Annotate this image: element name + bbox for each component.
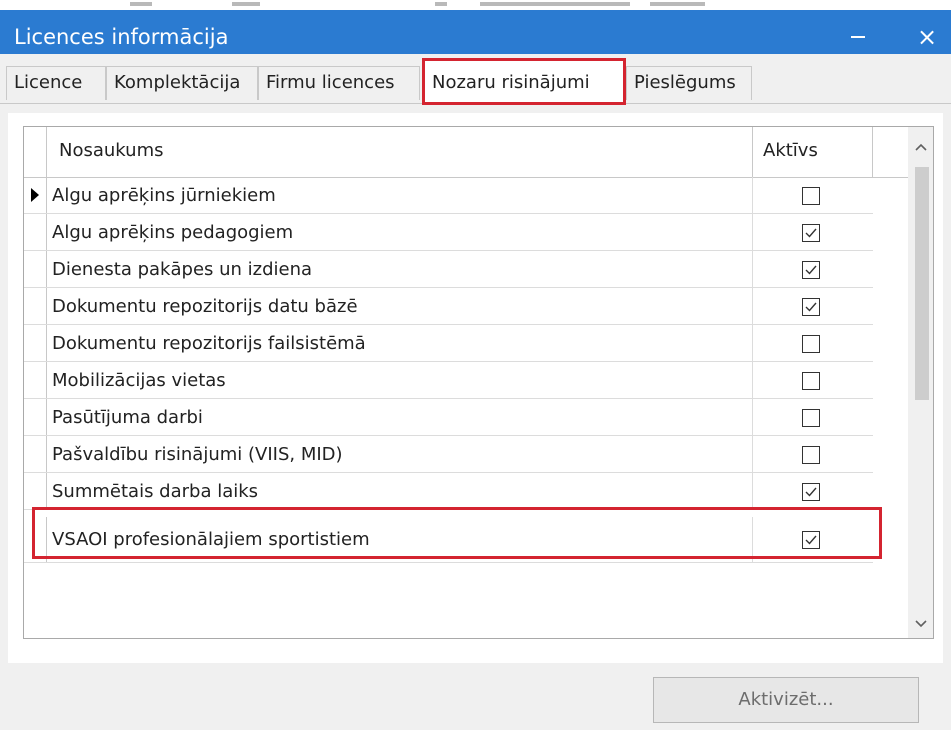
active-checkbox-unchecked[interactable] xyxy=(802,446,820,464)
row-name: Algu aprēķins pedagogiem xyxy=(52,222,294,243)
row-indicator[interactable] xyxy=(24,325,47,361)
active-checkbox-checked[interactable] xyxy=(802,224,820,242)
background-mark xyxy=(232,2,260,6)
cell-separator xyxy=(752,362,753,398)
tab-firmu-licences[interactable]: Firmu licences xyxy=(258,66,420,100)
checkmark-icon xyxy=(805,302,817,312)
row-indicator[interactable] xyxy=(24,214,47,250)
active-checkbox-checked[interactable] xyxy=(802,298,820,316)
background-mark xyxy=(435,2,447,6)
row-name: Dienesta pakāpes un izdiena xyxy=(52,259,313,280)
checkmark-icon xyxy=(805,228,817,238)
cell-separator xyxy=(752,288,753,324)
tab-komplektacija[interactable]: Komplektācija xyxy=(106,66,258,100)
activate-button[interactable]: Aktivizēt... xyxy=(653,677,919,723)
active-checkbox-checked[interactable] xyxy=(802,483,820,501)
tab-nozaru-risinajumi[interactable]: Nozaru risinājumi xyxy=(422,58,626,105)
scroll-up-button[interactable] xyxy=(908,135,933,161)
active-checkbox-unchecked[interactable] xyxy=(802,372,820,390)
table-row[interactable]: Pašvaldību risinājumi (VIIS, MID) xyxy=(24,436,873,473)
scrollbar-thumb[interactable] xyxy=(915,167,929,400)
active-checkbox-unchecked[interactable] xyxy=(802,409,820,427)
table-row[interactable]: Summētais darba laiks xyxy=(24,473,873,510)
background-mark xyxy=(650,2,705,6)
column-header-active[interactable]: Aktīvs xyxy=(763,140,818,161)
table-row[interactable]: Mobilizācijas vietas xyxy=(24,362,873,399)
minimize-icon xyxy=(851,36,865,38)
cell-separator xyxy=(752,473,753,509)
grid-header: Nosaukums Aktīvs xyxy=(24,127,908,178)
column-separator xyxy=(872,127,873,177)
table-row[interactable]: Algu aprēķins jūrniekiem xyxy=(24,177,873,214)
row-name: Dokumentu repozitorijs datu bāzē xyxy=(52,296,358,317)
table-row[interactable]: Dienesta pakāpes un izdiena xyxy=(24,251,873,288)
active-checkbox-unchecked[interactable] xyxy=(802,335,820,353)
tab-piesleegums[interactable]: Pieslēgums xyxy=(626,66,752,100)
row-name: Mobilizācijas vietas xyxy=(52,370,226,391)
row-name: VSAOI profesionālajiem sportistiem xyxy=(52,529,370,550)
row-indicator[interactable] xyxy=(24,399,47,435)
cell-separator xyxy=(752,325,753,361)
cell-separator xyxy=(752,436,753,472)
row-indicator[interactable] xyxy=(24,362,47,398)
cell-separator xyxy=(752,177,753,213)
row-indicator[interactable] xyxy=(24,177,47,213)
active-checkbox-unchecked[interactable] xyxy=(802,187,820,205)
column-separator xyxy=(752,127,753,177)
scroll-down-button[interactable] xyxy=(908,611,933,637)
current-row-arrow-icon xyxy=(31,188,39,202)
close-icon: × xyxy=(916,23,938,51)
background-window-strip xyxy=(0,0,951,10)
row-indicator[interactable] xyxy=(24,288,47,324)
background-mark xyxy=(130,2,152,6)
vertical-scrollbar[interactable] xyxy=(908,127,933,638)
row-indicator[interactable] xyxy=(24,517,47,562)
industry-solutions-grid: Nosaukums Aktīvs Algu aprēķins jūrniekie… xyxy=(23,126,934,639)
cell-separator xyxy=(752,214,753,250)
row-name: Pasūtījuma darbi xyxy=(52,407,203,428)
table-row[interactable]: Dokumentu repozitorijs datu bāzē xyxy=(24,288,873,325)
active-checkbox-checked[interactable] xyxy=(802,531,820,549)
row-indicator[interactable] xyxy=(24,436,47,472)
tab-licence[interactable]: Licence xyxy=(6,66,106,100)
table-row[interactable]: Algu aprēķins pedagogiem xyxy=(24,214,873,251)
row-name: Summētais darba laiks xyxy=(52,481,259,502)
cell-separator xyxy=(752,517,753,562)
row-name: Algu aprēķins jūrniekiem xyxy=(52,185,276,206)
checkmark-icon xyxy=(805,535,817,545)
row-indicator[interactable] xyxy=(24,473,47,509)
active-checkbox-checked[interactable] xyxy=(802,261,820,279)
window-title: Licences informācija xyxy=(14,25,229,49)
row-name: Pašvaldību risinājumi (VIIS, MID) xyxy=(52,444,343,465)
row-indicator[interactable] xyxy=(24,251,47,287)
cell-separator xyxy=(752,251,753,287)
table-row[interactable]: Pasūtījuma darbi xyxy=(24,399,873,436)
table-row[interactable]: Dokumentu repozitorijs failsistēmā xyxy=(24,325,873,362)
checkmark-icon xyxy=(805,487,817,497)
row-name: Dokumentu repozitorijs failsistēmā xyxy=(52,333,366,354)
cell-separator xyxy=(752,399,753,435)
chevron-down-icon xyxy=(915,620,927,628)
header-corner xyxy=(24,127,47,177)
background-mark xyxy=(480,2,630,6)
table-row[interactable]: VSAOI profesionālajiem sportistiem xyxy=(24,517,873,563)
checkmark-icon xyxy=(805,265,817,275)
column-header-name[interactable]: Nosaukums xyxy=(59,140,163,161)
chevron-up-icon xyxy=(915,143,927,151)
